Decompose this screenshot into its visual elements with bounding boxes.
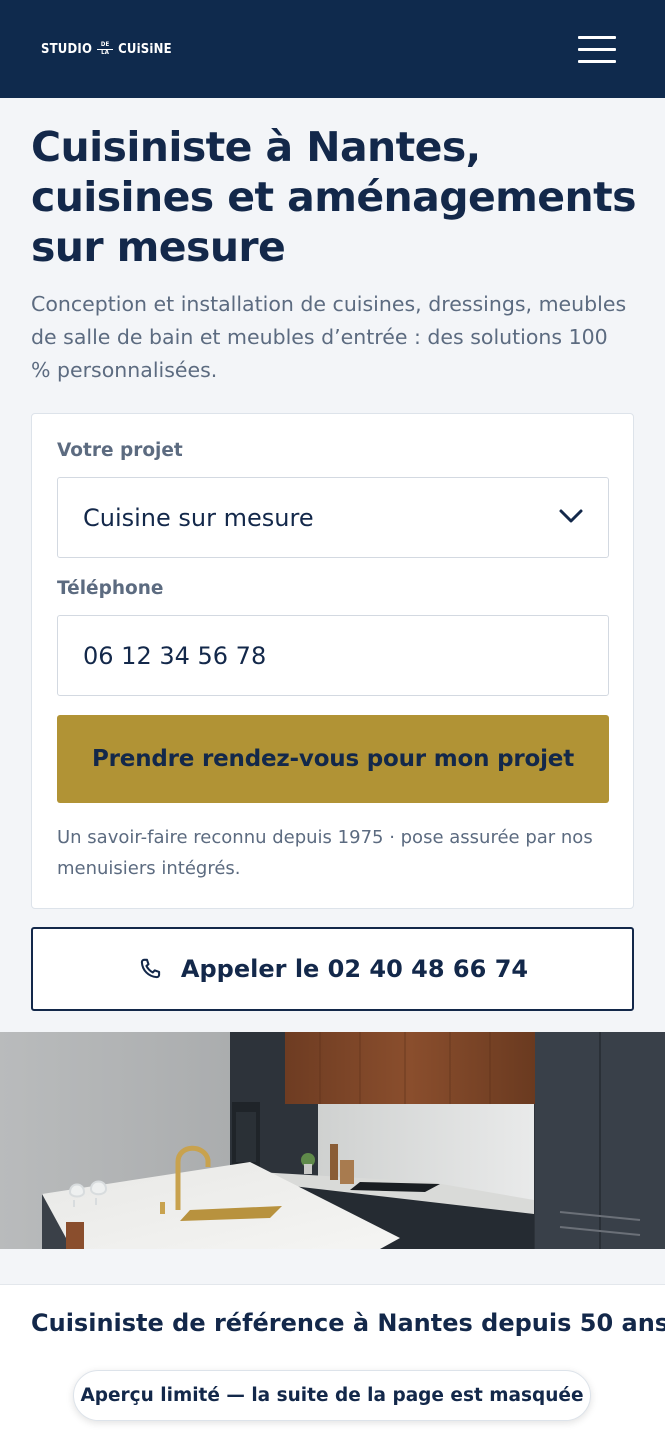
page-title: Cuisiniste à Nantes, cuisines et aménage… xyxy=(31,123,636,271)
logo-word-studio: STUDIO xyxy=(41,41,93,57)
hamburger-menu-icon[interactable] xyxy=(574,28,620,70)
project-select[interactable]: Cuisine sur mesure xyxy=(57,477,609,558)
project-label: Votre projet xyxy=(57,440,183,461)
form-note: Un savoir-faire reconnu depuis 1975 · po… xyxy=(57,827,593,879)
site-header: STUDIO DE LA CUiSiNE xyxy=(0,0,665,98)
logo[interactable]: STUDIO DE LA CUiSiNE xyxy=(41,40,172,58)
chevron-down-icon xyxy=(559,509,583,523)
logo-word-cuisine: CUiSiNE xyxy=(118,41,172,57)
logo-small-la: LA xyxy=(101,49,110,56)
section-title: Cuisiniste de référence à Nantes depuis … xyxy=(31,1309,665,1337)
project-select-value: Cuisine sur mesure xyxy=(83,503,314,532)
call-button[interactable]: Appeler le 02 40 48 66 74 xyxy=(31,927,634,1011)
phone-input-value: 06 12 34 56 78 xyxy=(83,641,267,670)
kitchen-photo xyxy=(0,1032,665,1249)
preview-limit-notice: Aperçu limité — la suite de la page est … xyxy=(73,1370,591,1421)
phone-icon xyxy=(140,958,161,979)
phone-input[interactable]: 06 12 34 56 78 xyxy=(57,615,609,696)
call-button-label: Appeler le 02 40 48 66 74 xyxy=(180,955,529,983)
logo-small-de: DE xyxy=(100,41,110,48)
menu-bar xyxy=(578,47,616,51)
book-appointment-button[interactable]: Prendre rendez-vous pour mon projet xyxy=(57,715,609,803)
reference-section: Cuisiniste de référence à Nantes depuis … xyxy=(0,1284,665,1440)
logo-word-de-la: DE LA xyxy=(97,41,114,56)
menu-bar xyxy=(578,59,616,63)
menu-bar xyxy=(578,35,616,39)
hero-subtitle: Conception et installation de cuisines, … xyxy=(31,292,627,382)
appointment-form: Votre projet Cuisine sur mesure Téléphon… xyxy=(31,413,634,909)
phone-label: Téléphone xyxy=(57,578,164,599)
